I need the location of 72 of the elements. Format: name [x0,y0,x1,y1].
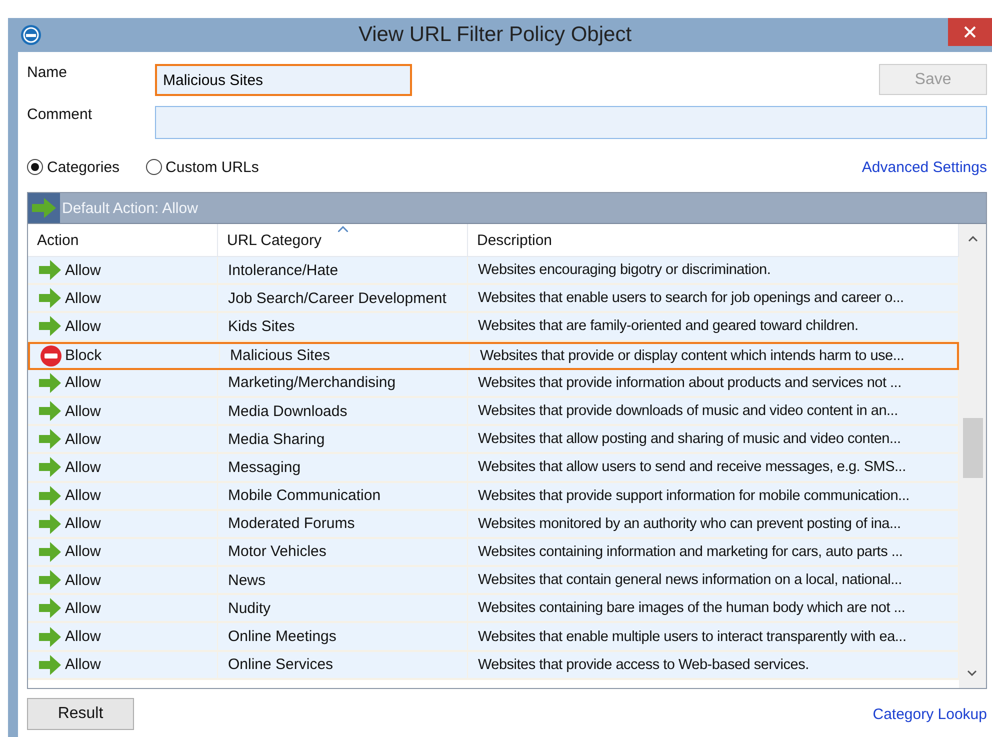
result-button[interactable]: Result [27,698,134,730]
category-cell: Online Meetings [228,628,336,646]
action-text: Allow [65,600,101,617]
description-cell: Websites that provide information about products and services not ... [478,374,902,391]
action-text: Allow [65,290,101,307]
category-cell: Malicious Sites [230,347,330,364]
category-cell: Nudity [228,600,271,617]
comment-label: Comment [27,106,94,123]
description-cell: Websites that are family-oriented and geared toward children. [478,318,858,334]
description-cell: Websites that contain general news information on a local, national... [478,572,902,588]
table-row[interactable]: Allow Kids Sites Websites that are family-oriented and geared toward children. [28,313,959,342]
table-row[interactable]: Allow Media Sharing Websites that allow posting and sharing of music and video conten... [28,426,959,454]
table-row[interactable]: Allow Online Meetings Websites that enable multiple users to interact transparently with ea... [28,623,959,652]
description-cell: Websites that enable multiple users to interact transparently with ea... [478,628,906,645]
category-cell: Kids Sites [228,318,295,335]
category-cell: Media Sharing [228,430,325,448]
table-row[interactable]: Block Malicious Sites Websites that provide or display content which intends harm to use... [28,342,959,370]
default-action-text: Default Action: Allow [61,200,198,216]
description-cell: Websites monitored by an authority who can prevent posting of ina... [478,516,901,532]
table-row[interactable]: Allow Mobile Communication Websites that provide support information for mobile communication... [28,482,959,511]
category-cell: Mobile Communication [228,487,381,504]
category-lookup-link[interactable]: Category Lookup [872,706,987,722]
table-row[interactable]: Allow Online Services Websites that provide access to Web-based services. [28,652,959,680]
name-field[interactable]: Malicious Sites [155,64,412,96]
table-row[interactable]: Allow Media Downloads Websites that provide downloads of music and video content in an... [28,398,959,426]
radio-option[interactable]: Categories [27,158,120,176]
category-cell: News [228,572,266,589]
table-row[interactable]: Allow News Websites that contain general news information on a local, national... [28,567,959,596]
window-title: View URL Filter Policy Object [357,23,633,47]
action-text: Allow [65,543,101,560]
category-cell: Messaging [228,458,301,476]
description-cell: Websites that allow users to send and receive messages, e.g. SMS... [478,459,906,476]
advanced-settings-link[interactable]: Advanced Settings [862,158,987,176]
description-cell: Websites that allow posting and sharing of music and video conten... [478,431,901,448]
category-cell: Motor Vehicles [228,543,326,560]
table-row[interactable]: Allow Moderated Forums Websites monitored by an authority who can prevent posting of ina... [28,510,959,539]
description-cell: Websites that enable users to search for job openings and career o... [478,290,904,306]
category-cell: Intolerance/Hate [228,262,338,279]
category-cell: Media Downloads [228,402,348,420]
action-text: Allow [65,628,101,646]
action-text: Allow [65,402,101,420]
action-text: Allow [65,515,101,532]
description-cell: Websites encouraging bigotry or discrimination. [478,262,771,278]
action-text: Allow [65,487,101,504]
action-text: Allow [65,262,101,279]
category-cell: Moderated Forums [228,515,355,532]
description-cell: Websites that provide or display content which intends harm to use... [480,348,904,364]
table-row[interactable]: Allow Nudity Websites containing bare images of the human body which are not ... [28,595,959,624]
description-cell: Websites containing bare images of the human body which are not ... [478,600,906,616]
action-text: Allow [65,318,101,335]
action-text: Allow [65,656,101,674]
category-cell: Marketing/Merchandising [228,374,396,392]
category-cell: Job Search/Career Development [228,290,446,307]
radio-option[interactable]: Custom URLs [146,158,259,176]
table-row[interactable]: Allow Messaging Websites that allow users to send and receive messages, e.g. SMS... [28,454,959,482]
description-cell: Websites containing information and marketing for cars, auto parts ... [478,544,903,560]
column-header[interactable]: Action [28,224,218,256]
table-row[interactable]: Allow Job Search/Career Development Websites that enable users to search for job openings and career o... [28,285,959,314]
description-cell: Websites that provide access to Web-based services. [478,656,809,673]
table-row[interactable]: Allow Motor Vehicles Websites containing information and marketing for cars, auto parts ... [28,538,959,568]
action-text: Allow [65,458,101,476]
action-text: Block [65,347,102,364]
action-text: Allow [65,430,101,448]
table-row[interactable]: Allow Marketing/Merchandising Websites that provide information about products and services not ... [28,370,959,398]
description-cell: Websites that provide support information for mobile communication... [478,488,910,504]
category-cell: Online Services [228,656,334,674]
action-text: Allow [65,572,101,589]
column-header[interactable]: URL Category [218,224,468,256]
description-cell: Websites that provide downloads of music and video content in an... [478,403,898,420]
action-text: Allow [65,374,101,392]
table-row[interactable]: Allow Intolerance/Hate Websites encouraging bigotry or discrimination. [28,257,959,286]
name-label: Name [27,64,68,81]
